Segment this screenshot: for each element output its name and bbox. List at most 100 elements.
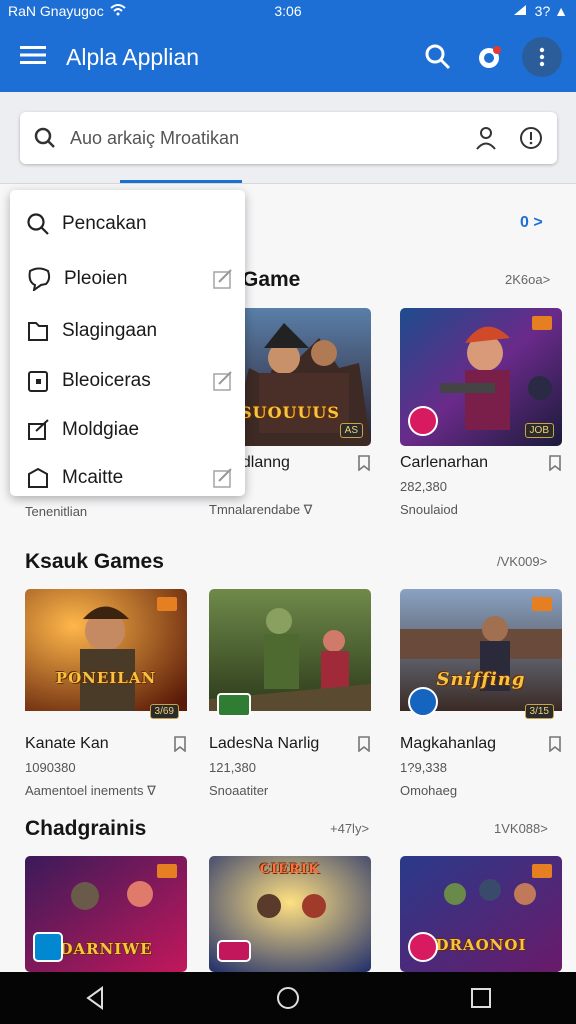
edit-box-icon — [28, 419, 49, 440]
info-icon[interactable] — [519, 126, 543, 150]
brand-icon — [408, 406, 438, 436]
game-card[interactable]: LadesNa Narlig 121,380 Snoaatiter — [209, 589, 371, 798]
edit-check-icon[interactable] — [213, 468, 233, 488]
badge-icon — [157, 864, 177, 878]
brand-icon — [217, 940, 251, 962]
menu-item-moldgiae[interactable]: Moldgiae — [10, 408, 245, 452]
tag-icon — [28, 467, 48, 488]
dropdown-menu: Pencakan Pleoien Slagingaan Bleoiceras M… — [10, 190, 245, 496]
game-meta: 1090380 — [25, 760, 76, 775]
top-more-link[interactable]: 0 > — [520, 214, 543, 232]
app-bar: Alpla Applian — [0, 22, 576, 92]
more-vert-icon — [539, 47, 545, 67]
brand-icon — [408, 932, 438, 962]
game-subtitle: Omohaeg — [400, 783, 458, 798]
game-badge: 3/69 — [149, 704, 179, 719]
edit-check-icon[interactable] — [213, 269, 233, 289]
menu-item-pencakan[interactable]: Pencakan — [10, 202, 245, 246]
menu-item-label: Pencakan — [62, 213, 147, 234]
brand-icon — [217, 693, 251, 717]
search-placeholder: Auo arkaiç Mroatikan — [70, 127, 240, 148]
game-badge: JOB — [524, 423, 554, 438]
menu-item-label: Pleoien — [64, 268, 128, 289]
game-thumbnail[interactable]: Sniffing 3/15 — [400, 589, 562, 727]
edit-check-icon[interactable] — [213, 371, 233, 391]
game-name: LadesNa Narlig — [209, 735, 320, 752]
game-thumbnail[interactable] — [209, 589, 371, 727]
more-button[interactable] — [522, 37, 562, 77]
search-icon — [27, 213, 49, 235]
game-name: Kanate Kan — [25, 735, 109, 752]
notification-button[interactable] — [470, 37, 510, 77]
game-logo: CIERIK — [259, 862, 321, 877]
notification-icon — [479, 46, 501, 68]
menu-item-label: Bleoiceras — [62, 370, 151, 391]
game-logo: PONEILAN — [55, 669, 157, 687]
search-icon — [425, 44, 451, 70]
game-name: Magkahanlag — [400, 735, 497, 752]
game-meta: 1?9,338 — [400, 760, 447, 775]
bookmark-icon[interactable] — [357, 455, 371, 471]
section-title-ksauk-games: Ksauk Games — [25, 550, 164, 573]
menu-item-mcaitte[interactable]: Mcaitte — [10, 456, 245, 500]
menu-icon[interactable] — [20, 45, 46, 70]
game-thumbnail[interactable]: PONEILAN 3/69 — [25, 589, 187, 727]
section-title-chadgrainis: Chadgrainis — [25, 817, 147, 840]
game-subtitle: Tenenitlian — [25, 504, 88, 519]
bookmark-icon[interactable] — [548, 455, 562, 471]
status-bar: RaN Gnayugoc 3:06 3? ▲ — [0, 0, 576, 22]
recents-icon[interactable] — [470, 987, 492, 1009]
game-subtitle: Snoulaiod — [400, 502, 458, 517]
status-time: 3:06 — [274, 3, 302, 19]
game-thumbnail[interactable]: DRAONOI — [400, 856, 562, 972]
bookmark-icon[interactable] — [357, 736, 371, 752]
app-title: Alpla Applian — [66, 43, 199, 70]
game-subtitle: Snoaatiter — [209, 783, 269, 798]
game-thumbnail[interactable]: CIERIK — [209, 856, 371, 972]
game-card[interactable]: DARNIWE — [25, 856, 187, 972]
menu-item-bleoiceras[interactable]: Bleoiceras — [10, 359, 245, 403]
system-nav-bar — [0, 972, 576, 1024]
game-card[interactable]: DRAONOI — [400, 856, 562, 972]
game-thumbnail[interactable]: JOB — [400, 308, 562, 446]
game-name: Carlenarhan — [400, 454, 489, 471]
home-icon[interactable] — [275, 985, 301, 1011]
bookmark-icon[interactable] — [548, 736, 562, 752]
profile-icon[interactable] — [475, 126, 497, 150]
bookmark-icon[interactable] — [173, 736, 187, 752]
game-subtitle: Tmnalarendabe ∇ — [209, 502, 313, 517]
section-title-game: Game — [242, 268, 301, 291]
game-meta: 121,380 — [209, 760, 256, 775]
badge-icon — [532, 864, 552, 878]
section-link-chadgrainis[interactable]: +47ly> — [330, 821, 369, 836]
brand-icon — [33, 932, 63, 962]
game-badge: 3/15 — [524, 704, 554, 719]
menu-item-label: Slagingaan — [62, 320, 158, 341]
section-link-chadgrainis-all[interactable]: 1VK088> — [494, 821, 548, 836]
search-area: Auo arkaiç Mroatikan — [0, 92, 576, 184]
back-icon[interactable] — [84, 986, 106, 1010]
badge-icon — [157, 597, 177, 611]
wallet-icon — [28, 371, 48, 392]
game-meta: 282,380 — [400, 479, 447, 494]
game-card[interactable]: Sniffing 3/15 Magkahanlag 1?9,338 Omohae… — [400, 589, 562, 798]
game-card[interactable]: CIERIK — [209, 856, 371, 972]
game-badge: AS — [339, 423, 363, 438]
game-card[interactable]: PONEILAN 3/69 Kanate Kan 1090380 Aamento… — [25, 589, 187, 799]
menu-item-label: Mcaitte — [62, 467, 124, 488]
badge-icon — [532, 597, 552, 611]
search-button[interactable] — [418, 37, 458, 77]
search-icon — [34, 127, 55, 148]
section-link-ksauk-games[interactable]: /VK009> — [497, 554, 547, 569]
brand-icon — [408, 687, 438, 717]
game-thumbnail[interactable]: DARNIWE — [25, 856, 187, 972]
menu-item-pleoien[interactable]: Pleoien — [10, 257, 245, 301]
menu-item-slagingaan[interactable]: Slagingaan — [10, 309, 245, 353]
section-link-game[interactable]: 2K6oa> — [505, 272, 550, 287]
folder-icon — [28, 322, 48, 341]
game-subtitle: Aamentoel inements ∇ — [25, 783, 156, 798]
badge-icon — [532, 316, 552, 330]
chat-icon — [28, 267, 51, 291]
game-card[interactable]: JOB Carlenarhan 282,380 Snoulaiod — [400, 308, 562, 517]
search-input[interactable]: Auo arkaiç Mroatikan — [20, 112, 557, 164]
